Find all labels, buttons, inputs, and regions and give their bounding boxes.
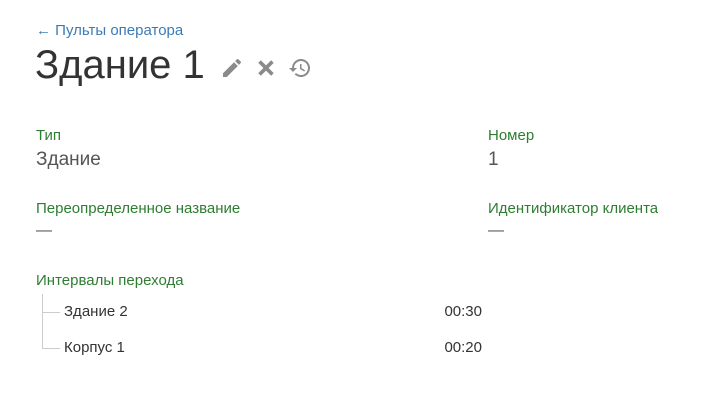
transitions-tree: Здание 2 00:30 Корпус 1 00:20 — [36, 294, 496, 364]
page: ← Пульты оператора Здание 1 Тип Здание Н… — [0, 0, 728, 402]
history-button[interactable] — [287, 55, 313, 81]
transitions-label: Интервалы перехода — [36, 272, 184, 289]
back-link-operator-consoles[interactable]: ← Пульты оператора — [36, 22, 183, 39]
delete-button[interactable] — [253, 55, 279, 81]
client-id-value: — — [488, 222, 504, 239]
number-label: Номер — [488, 127, 535, 144]
title-row: Здание 1 — [35, 40, 321, 90]
tree-branch — [42, 348, 60, 349]
client-id-label: Идентификатор клиента — [488, 200, 659, 217]
type-label: Тип — [36, 127, 62, 144]
transition-interval: 00:20 — [444, 339, 482, 356]
list-item: Корпус 1 00:20 — [42, 330, 482, 366]
transition-interval: 00:30 — [444, 303, 482, 320]
history-icon — [288, 59, 310, 77]
close-icon — [258, 60, 274, 76]
edit-button[interactable] — [219, 55, 245, 81]
title-actions — [219, 55, 321, 81]
transition-target-name: Здание 2 — [64, 303, 128, 320]
transition-target-name: Корпус 1 — [64, 339, 125, 356]
number-value: 1 — [488, 149, 499, 170]
pencil-icon — [222, 58, 241, 77]
type-value: Здание — [36, 149, 101, 170]
list-item: Здание 2 00:30 — [42, 294, 482, 330]
override-name-value: — — [36, 222, 52, 239]
override-name-label: Переопределенное название — [36, 200, 241, 217]
tree-branch — [42, 312, 60, 313]
page-title: Здание 1 — [35, 43, 205, 87]
